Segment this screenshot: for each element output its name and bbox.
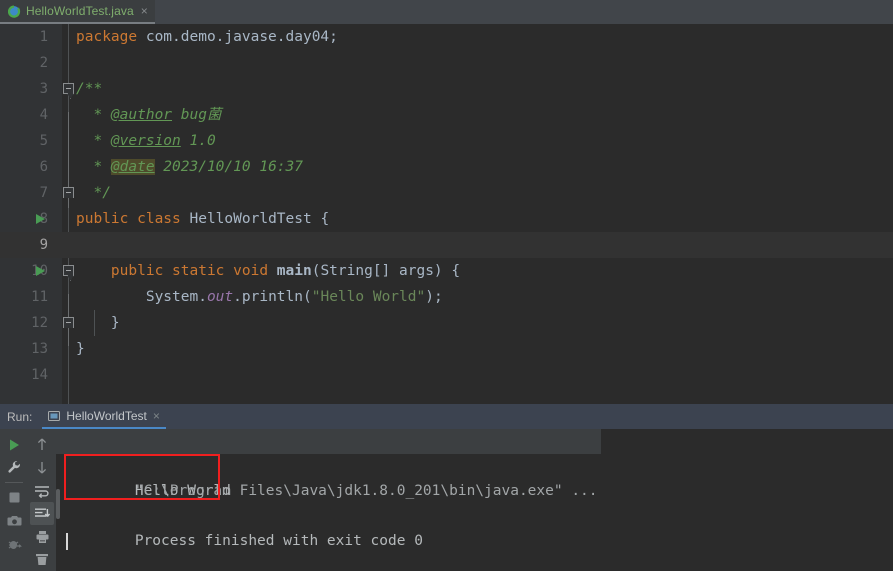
line-content: public class HelloWorldTest { [76, 211, 330, 227]
line-content: System.out.println("Hello World"); [76, 289, 443, 305]
fold-marker-collapse[interactable] [63, 265, 74, 276]
down-button[interactable] [30, 456, 54, 479]
line-number: 1 [39, 29, 48, 45]
run-class-icon[interactable] [36, 214, 45, 224]
code-line: 5 * @version 1.0 [0, 128, 893, 154]
line-number: 14 [31, 367, 48, 383]
line-content: public static void main(String[] args) { [110, 263, 461, 279]
code-editor[interactable]: 1 package com.demo.javase.day04; 2 3 /**… [0, 24, 893, 404]
stop-button[interactable] [2, 486, 26, 509]
line-number: 12 [31, 315, 48, 331]
run-tab-label: HelloWorldTest [66, 408, 147, 423]
edit-configurations-button[interactable] [2, 456, 26, 479]
scroll-to-end-button[interactable] [30, 502, 54, 525]
play-icon [7, 438, 21, 452]
run-tool-window: Run: HelloWorldTest × "C:\Program Files\… [0, 404, 893, 571]
line-number: 9 [39, 237, 48, 253]
line-number: 13 [31, 341, 48, 357]
editor-tab-helloworldtest[interactable]: HelloWorldTest.java × [0, 0, 155, 24]
code-line: 11 System.out.println("Hello World"); [0, 284, 893, 310]
code-line: 3 /** [0, 76, 893, 102]
close-icon[interactable]: × [139, 5, 148, 17]
run-left-toolbar [0, 429, 28, 571]
line-content: * @author bug菌 [76, 107, 222, 123]
line-number: 5 [39, 133, 48, 149]
fold-marker-collapse[interactable] [63, 83, 74, 94]
code-line: 1 package com.demo.javase.day04; [0, 24, 893, 50]
soft-wrap-button[interactable] [30, 479, 54, 502]
toolbar-divider [5, 482, 23, 483]
rerun-failed-button[interactable] [2, 532, 26, 555]
code-line: 10 public static void main(String[] args… [0, 258, 893, 284]
code-line: 13 } [0, 336, 893, 362]
run-window-title: Run: [7, 409, 33, 424]
line-content: } [76, 341, 85, 357]
printer-icon [35, 530, 50, 544]
arrow-down-icon [35, 460, 49, 475]
line-number: 6 [39, 159, 48, 175]
line-number: 11 [31, 289, 48, 305]
console-output[interactable]: "C:\Program Files\Java\jdk1.8.0_201\bin\… [56, 429, 893, 571]
line-content: */ [76, 185, 111, 201]
console-output-line: Hello World [56, 454, 893, 499]
code-line: 8 public class HelloWorldTest { [0, 206, 893, 232]
code-line: 14 [0, 362, 893, 388]
console-status-line: Process finished with exit code 0 [56, 504, 893, 549]
line-content: } [76, 315, 120, 331]
code-line: 12 } [0, 310, 893, 336]
arrow-up-icon [35, 437, 49, 452]
camera-icon [7, 514, 22, 528]
console-command-line: "C:\Program Files\Java\jdk1.8.0_201\bin\… [56, 429, 893, 499]
line-content: /** [76, 81, 103, 97]
debug-bug-icon [7, 537, 22, 551]
line-number: 7 [39, 185, 48, 201]
run-right-toolbar [28, 429, 56, 571]
line-number: 2 [39, 55, 48, 71]
code-line: 7 */ [0, 180, 893, 206]
screenshot-button[interactable] [2, 509, 26, 532]
line-number: 3 [39, 81, 48, 97]
wrench-icon [7, 460, 22, 475]
code-line: 4 * @author bug菌 [0, 102, 893, 128]
command-line-highlight [56, 429, 601, 454]
intellij-idea-window: HelloWorldTest.java × 1 package com.demo… [0, 0, 893, 571]
scroll-to-end-icon [34, 507, 50, 521]
command-line-text: "C:\Program Files\Java\jdk1.8.0_201\bin\… [134, 483, 598, 499]
close-icon[interactable]: × [153, 410, 160, 422]
console-icon [48, 410, 61, 422]
run-method-icon[interactable] [36, 266, 45, 276]
line-content: * @version 1.0 [76, 133, 216, 149]
up-button[interactable] [30, 433, 54, 456]
run-tool-window-header: Run: HelloWorldTest × [0, 404, 893, 429]
print-button[interactable] [30, 525, 54, 548]
fold-marker-end[interactable] [63, 317, 74, 328]
fold-marker-end[interactable] [63, 187, 74, 198]
clear-all-button[interactable] [30, 548, 54, 571]
rerun-button[interactable] [2, 433, 26, 456]
line-content: * @date 2023/10/10 16:37 [76, 159, 303, 175]
trash-icon [35, 553, 49, 566]
run-tab-helloworldtest[interactable]: HelloWorldTest × [42, 404, 166, 429]
soft-wrap-icon [34, 484, 50, 498]
editor-tab-label: HelloWorldTest.java [26, 4, 134, 18]
code-lines: 1 package com.demo.javase.day04; 2 3 /**… [0, 24, 893, 404]
console-caret-line [56, 529, 893, 554]
code-line: 6 * @date 2023/10/10 16:37 [0, 154, 893, 180]
line-content: package com.demo.javase.day04; [76, 29, 338, 45]
line-number: 4 [39, 107, 48, 123]
editor-tab-bar: HelloWorldTest.java × [0, 0, 893, 25]
text-caret [66, 533, 68, 550]
code-line-current: 9 [0, 232, 893, 258]
stop-square-icon [8, 491, 21, 504]
code-line: 2 [0, 50, 893, 76]
java-class-icon [8, 5, 21, 18]
